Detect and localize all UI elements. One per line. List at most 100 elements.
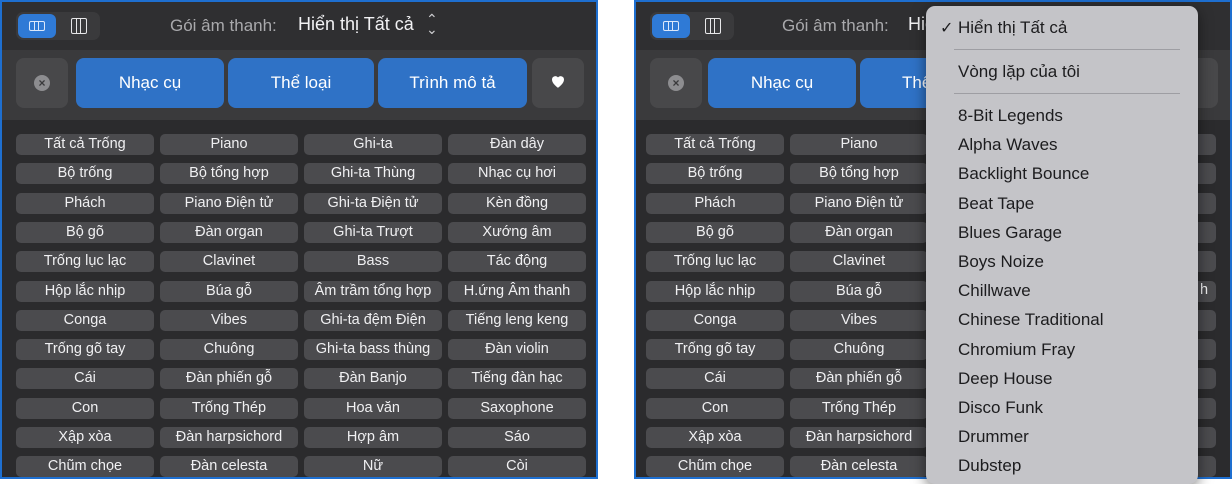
keyword-button[interactable]: Đàn Banjo xyxy=(304,368,442,390)
keyword-button[interactable]: Chũm chọe xyxy=(16,456,154,477)
keyword-button[interactable]: Conga xyxy=(646,309,784,331)
tab-descriptors[interactable]: Trình mô tả xyxy=(378,58,527,108)
keyword-button[interactable]: Đàn harpsichord xyxy=(790,427,928,448)
menu-item-sound-pack[interactable]: 8-Bit Legends xyxy=(958,106,1063,126)
keyword-button[interactable]: Chuông xyxy=(160,339,298,361)
reset-button[interactable]: × xyxy=(650,58,702,108)
menu-item-sound-pack[interactable]: Drummer xyxy=(958,427,1029,447)
keyword-button[interactable]: Đàn celesta xyxy=(160,456,298,477)
keyword-button[interactable]: Nữ xyxy=(304,456,442,477)
keyword-button[interactable]: Piano Điện tử xyxy=(160,192,298,214)
keyword-button[interactable]: Sáo xyxy=(448,427,586,448)
keyword-button[interactable]: Trống lục lạc xyxy=(16,251,154,273)
menu-item-sound-pack[interactable]: Backlight Bounce xyxy=(958,164,1089,184)
menu-item-sound-pack[interactable]: Beat Tape xyxy=(958,194,1034,214)
menu-item-sound-pack[interactable]: Boys Noize xyxy=(958,252,1044,272)
column-view-button[interactable] xyxy=(694,14,732,38)
column-view-button[interactable] xyxy=(60,14,98,38)
tab-instruments[interactable]: Nhạc cụ xyxy=(76,58,224,108)
keyword-button[interactable]: Trống gõ tay xyxy=(646,339,784,361)
keyword-button[interactable]: Bass xyxy=(304,251,442,273)
keyword-button[interactable]: Xập xòa xyxy=(646,427,784,448)
keyword-button[interactable]: Cái xyxy=(16,368,154,390)
tab-genres[interactable]: Thể loại xyxy=(228,58,374,108)
menu-item-sound-pack[interactable]: Blues Garage xyxy=(958,223,1062,243)
menu-item-my-loops[interactable]: Vòng lặp của tôi xyxy=(958,62,1080,82)
keyword-button[interactable]: Âm trầm tổng hợp xyxy=(304,280,442,302)
keyword-button[interactable]: Tiếng đàn hạc xyxy=(448,368,586,390)
menu-item-show-all[interactable]: Hiển thị Tất cả xyxy=(958,18,1067,38)
keyword-button[interactable]: Búa gỗ xyxy=(790,280,928,302)
keyword-button[interactable]: Xập xòa xyxy=(16,427,154,448)
keyword-button[interactable]: Phách xyxy=(16,192,154,214)
keyword-button[interactable]: Clavinet xyxy=(160,251,298,273)
keyword-button[interactable]: Piano Điện tử xyxy=(790,192,928,214)
keyword-button[interactable]: Đàn violin xyxy=(448,339,586,361)
keyword-button[interactable]: Bộ tổng hợp xyxy=(790,163,928,185)
keyword-button[interactable]: Trống gõ tay xyxy=(16,339,154,361)
keyword-button[interactable]: Đàn phiến gỗ xyxy=(790,368,928,390)
menu-item-sound-pack[interactable]: Chillwave xyxy=(958,281,1031,301)
menu-item-sound-pack[interactable]: Chromium Fray xyxy=(958,340,1075,360)
keyword-button[interactable]: Tất cả Trống xyxy=(646,134,784,155)
keyword-button[interactable]: Con xyxy=(16,397,154,419)
keyword-button[interactable]: Bộ gõ xyxy=(16,221,154,243)
reset-button[interactable]: × xyxy=(16,58,68,108)
keyword-button[interactable]: Đàn organ xyxy=(790,221,928,243)
keyword-button[interactable]: Vibes xyxy=(790,309,928,331)
keyword-button[interactable]: Saxophone xyxy=(448,397,586,419)
keyword-button[interactable]: Con xyxy=(646,397,784,419)
menu-item-sound-pack[interactable]: Dubstep xyxy=(958,456,1021,476)
keyword-button[interactable]: Bộ tổng hợp xyxy=(160,163,298,185)
keyword-button[interactable]: Bộ trống xyxy=(646,163,784,185)
keyword-button[interactable]: Còi xyxy=(448,456,586,477)
keyword-button[interactable]: Ghi-ta bass thùng xyxy=(304,339,442,361)
keyword-button[interactable]: Đàn celesta xyxy=(790,456,928,477)
keyword-button[interactable]: Đàn harpsichord xyxy=(160,427,298,448)
keyword-button[interactable]: Trống Thép xyxy=(790,397,928,419)
keyword-button[interactable]: Bộ gõ xyxy=(646,221,784,243)
keyword-button[interactable]: Piano xyxy=(160,134,298,155)
keyword-button[interactable]: Xướng âm xyxy=(448,221,586,243)
keyword-button[interactable]: Kèn đồng xyxy=(448,192,586,214)
menu-item-sound-pack[interactable]: Alpha Waves xyxy=(958,135,1058,155)
keyword-button[interactable]: Phách xyxy=(646,192,784,214)
keyword-button[interactable]: Hợp âm xyxy=(304,427,442,448)
keyword-button[interactable]: Trống lục lạc xyxy=(646,251,784,273)
keyword-button[interactable]: Búa gỗ xyxy=(160,280,298,302)
button-view-button[interactable] xyxy=(18,14,56,38)
keyword-button[interactable]: Đàn phiến gỗ xyxy=(160,368,298,390)
keyword-button[interactable]: Đàn organ xyxy=(160,221,298,243)
keyword-button[interactable]: H.ứng Âm thanh xyxy=(448,280,586,302)
keyword-button[interactable]: Piano xyxy=(790,134,928,155)
keyword-button[interactable]: Đàn dây xyxy=(448,134,586,155)
keyword-button[interactable]: Bộ trống xyxy=(16,163,154,185)
keyword-button[interactable]: Cái xyxy=(646,368,784,390)
keyword-button[interactable]: Clavinet xyxy=(790,251,928,273)
keyword-button[interactable]: Nhạc cụ hơi xyxy=(448,163,586,185)
keyword-button[interactable]: Ghi-ta Trượt xyxy=(304,221,442,243)
tab-instruments[interactable]: Nhạc cụ xyxy=(708,58,856,108)
keyword-button[interactable]: Hộp lắc nhịp xyxy=(646,280,784,302)
keyword-button[interactable]: Conga xyxy=(16,309,154,331)
chevron-updown-icon[interactable]: ⌃ ⌄ xyxy=(426,12,438,36)
menu-item-sound-pack[interactable]: Chinese Traditional xyxy=(958,310,1104,330)
menu-item-sound-pack[interactable]: Deep House xyxy=(958,369,1053,389)
sound-pack-popup[interactable]: Hiển thị Tất cả xyxy=(298,14,414,35)
favorites-button[interactable] xyxy=(532,58,584,108)
keyword-button[interactable]: Hộp lắc nhịp xyxy=(16,280,154,302)
keyword-button[interactable]: Vibes xyxy=(160,309,298,331)
menu-item-sound-pack[interactable]: Disco Funk xyxy=(958,398,1043,418)
keyword-button[interactable]: Tác động xyxy=(448,251,586,273)
keyword-button[interactable]: Hoa văn xyxy=(304,397,442,419)
keyword-button[interactable]: Chuông xyxy=(790,339,928,361)
keyword-button[interactable]: Ghi-ta Thùng xyxy=(304,163,442,185)
keyword-button[interactable]: Trống Thép xyxy=(160,397,298,419)
keyword-button[interactable]: Ghi-ta Điện tử xyxy=(304,192,442,214)
keyword-button[interactable]: Tất cả Trống xyxy=(16,134,154,155)
keyword-button[interactable]: Chũm chọe xyxy=(646,456,784,477)
keyword-button[interactable]: Tiếng leng keng xyxy=(448,309,586,331)
keyword-button[interactable]: Ghi-ta xyxy=(304,134,442,155)
button-view-button[interactable] xyxy=(652,14,690,38)
keyword-button[interactable]: Ghi-ta đệm Điện xyxy=(304,309,442,331)
